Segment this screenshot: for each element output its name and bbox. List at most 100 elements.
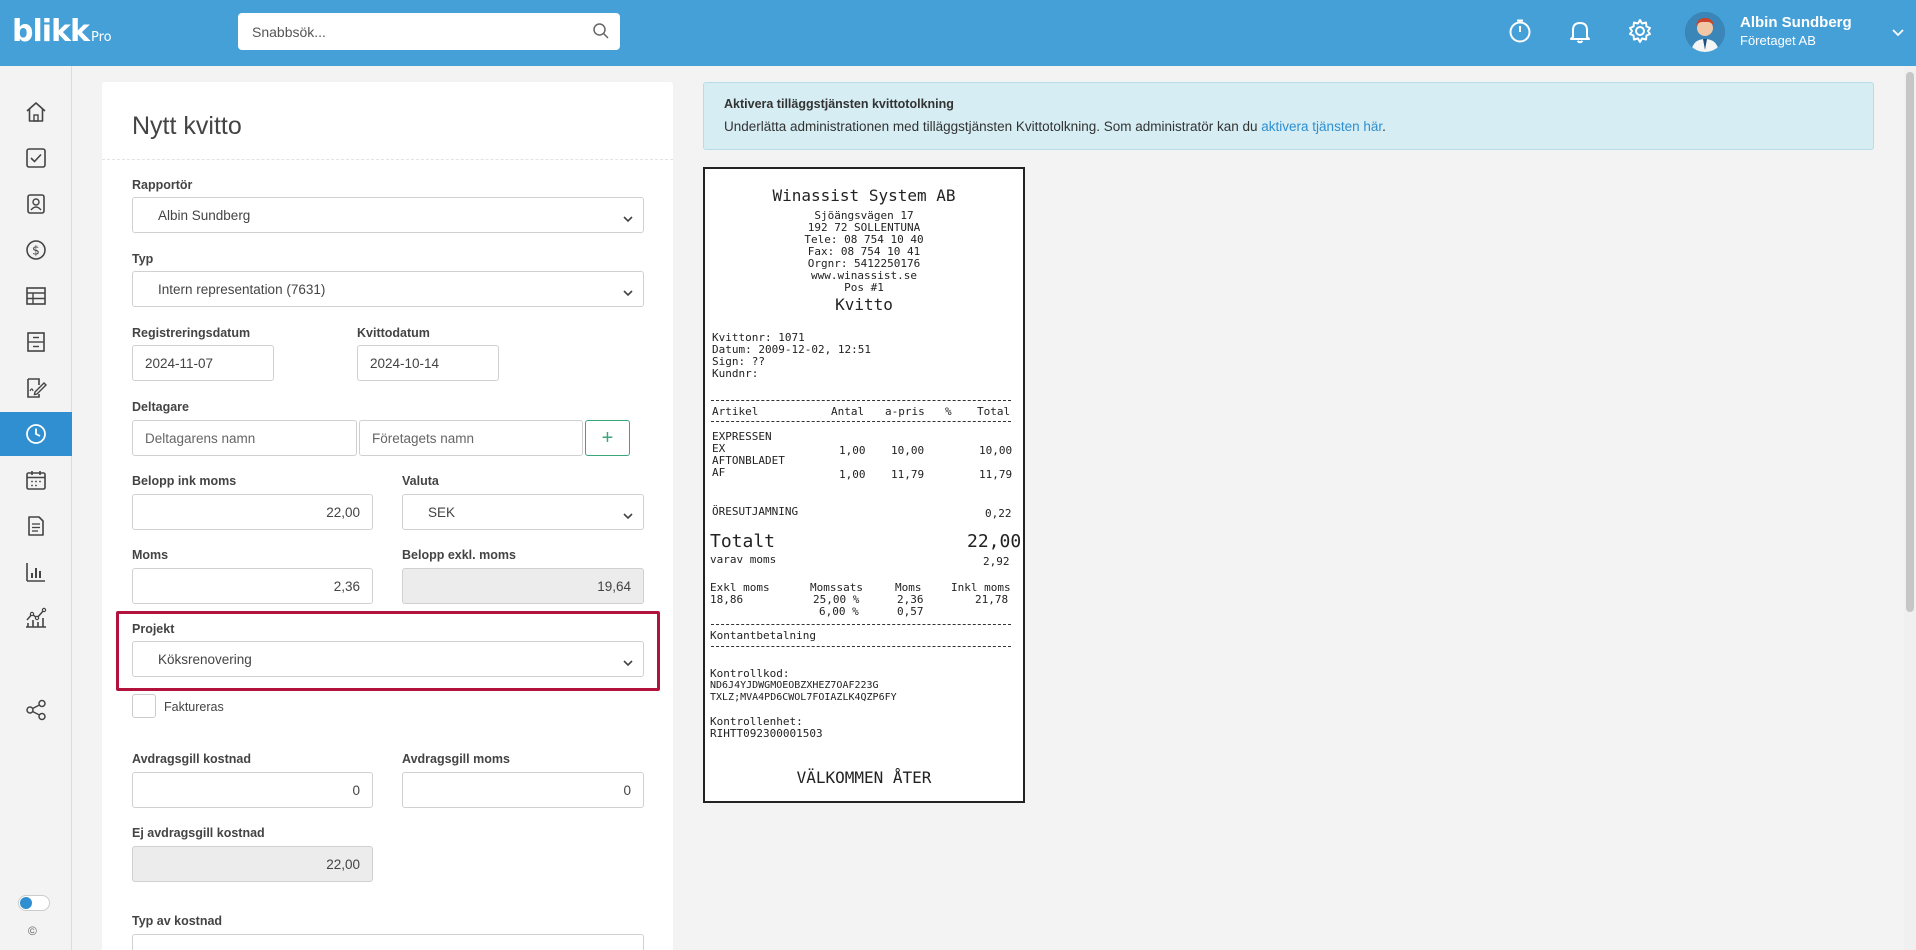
table-icon [26, 287, 46, 305]
project-value: Köksrenovering [158, 651, 252, 667]
receipt-item1-price: 10,00 [891, 444, 925, 457]
receipt-control-code-1: ND6J4YJDWGMOEOBZXHEZ7OAF223G [710, 680, 879, 691]
receipt-customer: Kundnr: [712, 367, 759, 380]
deductible-cost-value: 0 [352, 782, 360, 798]
chevron-down-icon [623, 655, 633, 670]
currency-select[interactable]: SEK [402, 494, 644, 530]
add-participant-button[interactable]: + [585, 420, 630, 456]
sidebar-item-archive[interactable] [0, 320, 72, 364]
registration-date-label: Registreringsdatum [132, 326, 251, 340]
avatar[interactable] [1685, 12, 1725, 52]
tasks-icon [26, 148, 46, 168]
sidebar-item-contacts[interactable] [0, 182, 72, 226]
receipt-image: Winassist System AB Sjöängsvägen 17 192 … [703, 167, 1025, 803]
reporter-value: Albin Sundberg [158, 207, 251, 223]
share-icon [26, 699, 46, 721]
search-box [238, 13, 620, 50]
cost-type-label: Typ av kostnad [132, 914, 223, 928]
chevron-down-icon [623, 508, 633, 523]
receipt-item2-total: 11,79 [979, 468, 1013, 481]
theme-toggle[interactable] [18, 895, 50, 911]
line-chart-icon [26, 607, 47, 628]
page-scrollbar[interactable] [1904, 66, 1916, 950]
amount-incl-vat-label: Belopp ink moms [132, 474, 237, 488]
sidebar-item-tasks[interactable] [0, 136, 72, 180]
receipt-divider [711, 421, 1011, 422]
reporter-label: Rapportör [132, 178, 193, 192]
chevron-down-icon [623, 285, 633, 300]
gear-icon[interactable] [1624, 15, 1656, 47]
reporter-select[interactable]: Albin Sundberg [132, 197, 644, 233]
info-banner: Aktivera tilläggstjänsten kvittotolkning… [703, 82, 1874, 150]
receipt-divider [711, 400, 1011, 401]
sidebar-item-reports[interactable] [0, 550, 72, 594]
contacts-icon [27, 194, 45, 214]
sidebar-item-documents[interactable] [0, 504, 72, 548]
logo-suffix: Pro [90, 30, 112, 45]
search-icon[interactable] [592, 22, 610, 45]
participants-label: Deltagare [132, 400, 189, 414]
blikk-logo[interactable]: blikk Pro [12, 14, 112, 49]
receipt-incl-value: 21,78 [975, 593, 1009, 606]
banner-text-suffix: . [1382, 119, 1386, 134]
receipt-col-pct: % [945, 405, 952, 418]
receipt-date-field[interactable]: 2024-10-14 [357, 345, 499, 381]
type-value: Intern representation (7631) [158, 281, 326, 297]
calendar-icon [26, 471, 46, 490]
registration-date-field[interactable]: 2024-11-07 [132, 345, 274, 381]
participant-name-placeholder: Deltagarens namn [145, 430, 256, 446]
receipt-payment: Kontantbetalning [710, 629, 816, 642]
currency-label: Valuta [402, 474, 439, 488]
sidebar-item-table[interactable] [0, 274, 72, 318]
currency-value: SEK [428, 504, 456, 520]
registration-date-value: 2024-11-07 [145, 355, 214, 371]
scrollbar-thumb[interactable] [1906, 72, 1914, 612]
receipt-date-label: Kvittodatum [357, 326, 430, 340]
project-select[interactable]: Köksrenovering [132, 641, 644, 677]
sidebar-item-calendar[interactable] [0, 458, 72, 502]
deductible-cost-field[interactable]: 0 [132, 772, 373, 808]
divider [102, 159, 673, 160]
copyright[interactable]: © [28, 924, 37, 938]
receipt-divider [711, 646, 1011, 647]
participant-name-field[interactable]: Deltagarens namn [132, 420, 357, 456]
user-company: Företaget AB [1740, 33, 1816, 48]
receipt-vat-value: 2,92 [983, 555, 1010, 568]
participant-company-field[interactable]: Företagets namn [359, 420, 583, 456]
banner-text-body: Underlätta administrationen med tilläggs… [724, 119, 1262, 134]
receipt-col-article: Artikel [712, 405, 759, 418]
sidebar-item-economy[interactable]: $ [0, 228, 72, 272]
stopwatch-icon[interactable] [1504, 15, 1536, 47]
chevron-down-icon[interactable] [1892, 24, 1904, 42]
invoiced-checkbox[interactable] [132, 694, 156, 718]
vat-label: Moms [132, 548, 169, 562]
receipt-item1-qty: 1,00 [839, 444, 866, 457]
sidebar-item-signature[interactable] [0, 366, 72, 410]
amount-excl-vat-field: 19,64 [402, 568, 644, 604]
vat-field[interactable]: 2,36 [132, 568, 373, 604]
receipt-form-card: Nytt kvitto Rapportör Albin Sundberg Typ… [102, 82, 673, 950]
amount-excl-vat-label: Belopp exkl. moms [402, 548, 516, 562]
deductible-vat-field[interactable]: 0 [402, 772, 644, 808]
receipt-total-label: Totalt [710, 531, 776, 552]
receipt-vat-label: varav moms [710, 553, 777, 566]
bell-icon[interactable] [1564, 15, 1596, 47]
receipt-col-price: a-pris [885, 405, 925, 418]
sidebar-item-share[interactable] [0, 688, 72, 732]
user-name[interactable]: Albin Sundberg [1740, 14, 1852, 31]
amount-incl-vat-field[interactable]: 22,00 [132, 494, 373, 530]
sidebar-item-analytics[interactable] [0, 596, 72, 640]
sidebar-item-time[interactable] [0, 412, 72, 456]
type-select[interactable]: Intern representation (7631) [132, 271, 644, 307]
cost-type-select[interactable] [132, 934, 644, 950]
search-input[interactable] [238, 13, 568, 50]
receipt-pos: Pos #1 [844, 281, 884, 294]
receipt-company: Winassist System AB [772, 186, 956, 205]
deductible-vat-label: Avdragsgill moms [402, 752, 510, 766]
svg-text:$: $ [32, 244, 40, 258]
sidebar-item-home[interactable] [0, 90, 72, 134]
receipt-item2-qty: 1,00 [839, 468, 866, 481]
chevron-down-icon [623, 211, 633, 226]
activate-service-link[interactable]: aktivera tjänsten här [1261, 119, 1382, 134]
receipt-col-qty: Antal [831, 405, 865, 418]
